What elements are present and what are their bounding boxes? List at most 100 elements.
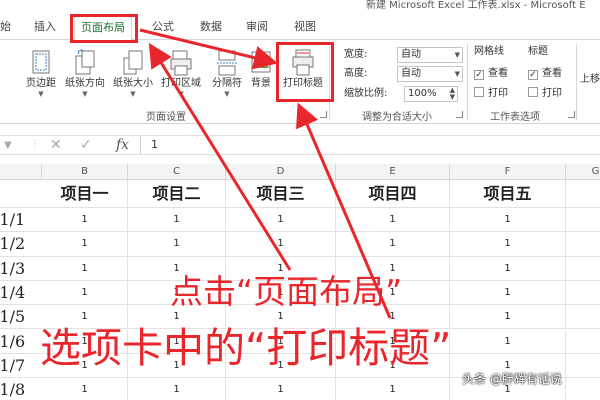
- select-all-corner[interactable]: [0, 164, 42, 180]
- empty-cell[interactable]: [566, 232, 600, 257]
- watermark: 头条 @胖辉有话说: [462, 372, 562, 386]
- empty-cell[interactable]: [566, 180, 600, 208]
- orientation-label: 纸张方向: [65, 78, 105, 89]
- function-icon[interactable]: fx: [116, 137, 129, 153]
- gridlines-view-checkbox[interactable]: ✓ 查看: [474, 66, 508, 82]
- orientation-button[interactable]: 纸张方向 ▼: [62, 48, 108, 106]
- tab-insert[interactable]: 插入: [34, 19, 56, 35]
- page-setup-launcher-icon[interactable]: [320, 111, 327, 118]
- data-cell[interactable]: 1: [128, 232, 226, 257]
- tab-view[interactable]: 视图: [294, 19, 316, 35]
- annotation-line-2: 选项卡中的“打印标题”: [40, 324, 452, 372]
- enter-icon[interactable]: ✓: [80, 137, 92, 153]
- row-date-label[interactable]: /1/3: [0, 256, 42, 281]
- scale-launcher-icon[interactable]: [456, 111, 463, 118]
- tab-home[interactable]: 始: [0, 19, 11, 35]
- column-header-g[interactable]: G: [566, 164, 600, 180]
- tab-formulas[interactable]: 公式: [152, 19, 174, 35]
- gridlines-print-label: 打印: [488, 88, 508, 99]
- width-select[interactable]: 自动 ▼: [397, 47, 463, 63]
- height-label: 高度:: [344, 68, 368, 79]
- cancel-icon[interactable]: ✕: [50, 137, 62, 153]
- background-label: 背景: [251, 78, 271, 89]
- empty-cell[interactable]: [566, 354, 600, 379]
- header-cell[interactable]: 项目一: [42, 180, 128, 208]
- row-date-label[interactable]: /1/6: [0, 329, 42, 354]
- print-area-label: 打印区域: [161, 78, 201, 89]
- margins-button[interactable]: 页边距 ▼: [18, 48, 64, 106]
- tab-data[interactable]: 数据: [200, 19, 222, 35]
- background-button[interactable]: 背景: [238, 48, 284, 106]
- width-value: 自动: [401, 49, 421, 60]
- data-cell[interactable]: 1: [226, 378, 336, 400]
- formula-bar: ▼ ⋮ ✕ ✓ fx 1: [0, 135, 600, 155]
- empty-cell[interactable]: [566, 281, 600, 306]
- header-cell[interactable]: 项目三: [226, 180, 336, 208]
- row-date-label[interactable]: /1/2: [0, 232, 42, 257]
- data-cell[interactable]: 1: [226, 232, 336, 257]
- data-cell[interactable]: 1: [450, 256, 566, 281]
- page-setup-group-label: 页面设置: [146, 112, 186, 123]
- data-cell[interactable]: 1: [336, 378, 450, 400]
- empty-cell[interactable]: [566, 330, 600, 354]
- scale-stepper[interactable]: 100% ▲ ▼: [404, 86, 458, 102]
- empty-cell[interactable]: [566, 257, 600, 281]
- row-date-label[interactable]: /1/4: [0, 280, 42, 306]
- row-date-label[interactable]: /1/8: [0, 378, 42, 400]
- empty-cell[interactable]: [566, 208, 600, 233]
- scale-value: 100%: [408, 88, 437, 99]
- data-cell[interactable]: 1: [450, 305, 566, 330]
- column-header-b[interactable]: B: [42, 164, 128, 180]
- data-cell[interactable]: 1: [450, 232, 566, 257]
- data-cell[interactable]: 1: [450, 280, 566, 306]
- size-button[interactable]: 纸张大小 ▼: [110, 48, 156, 106]
- sheet-options-launcher-icon[interactable]: [568, 111, 575, 118]
- group-divider: [329, 44, 330, 120]
- empty-cell[interactable]: [566, 305, 600, 330]
- sheet-options-group-label: 工作表选项: [490, 112, 540, 123]
- data-cell[interactable]: 1: [42, 256, 128, 281]
- row-date-label[interactable]: /1/1: [0, 208, 42, 233]
- data-cell[interactable]: 1: [450, 208, 566, 233]
- width-row: 宽度:: [344, 46, 392, 64]
- data-cell[interactable]: 1: [450, 329, 566, 354]
- bring-forward-button[interactable]: 上移: [580, 72, 600, 88]
- tab-page-layout[interactable]: 页面布局: [74, 16, 132, 41]
- column-header-d[interactable]: D: [226, 164, 336, 180]
- window-title: 新建 Microsoft Excel 工作表.xlsx - Microsoft …: [366, 0, 586, 11]
- header-cell[interactable]: 项目二: [128, 180, 226, 208]
- print-area-button[interactable]: 打印区域 ▼: [158, 48, 204, 106]
- data-cell[interactable]: 1: [128, 208, 226, 233]
- row-header[interactable]: [0, 180, 42, 208]
- data-cell[interactable]: 1: [336, 208, 450, 233]
- data-cell[interactable]: 1: [226, 208, 336, 233]
- empty-cell[interactable]: [566, 378, 600, 400]
- name-box-dropdown-icon[interactable]: ▼: [4, 140, 12, 151]
- header-cell[interactable]: 项目五: [450, 180, 566, 208]
- scale-row: 缩放比例:: [344, 85, 387, 103]
- column-header-e[interactable]: E: [336, 164, 450, 180]
- data-cell[interactable]: 1: [42, 280, 128, 306]
- scale-label: 缩放比例:: [344, 88, 388, 99]
- formula-input[interactable]: 1: [140, 136, 600, 154]
- column-header-f[interactable]: F: [450, 164, 566, 180]
- data-cell[interactable]: 1: [128, 378, 226, 400]
- data-cell[interactable]: 1: [42, 232, 128, 257]
- ribbon: 页边距 ▼ 纸张方向 ▼ 纸张大小 ▼ 打印区域 ▼ 分隔符 ▼ 背景 打印标题…: [0, 40, 600, 124]
- data-cell[interactable]: 1: [42, 378, 128, 400]
- height-select[interactable]: 自动 ▼: [397, 66, 463, 82]
- row-date-label[interactable]: /1/5: [0, 305, 42, 330]
- header-cell[interactable]: 项目四: [336, 180, 450, 208]
- row-date-label[interactable]: /1/7: [0, 353, 42, 379]
- chevron-down-icon: ▼: [82, 90, 88, 98]
- gridlines-print-checkbox[interactable]: 打印: [474, 86, 508, 102]
- headings-view-checkbox[interactable]: ✓ 查看: [528, 66, 562, 82]
- tab-review[interactable]: 审阅: [246, 19, 268, 35]
- print-titles-button[interactable]: 打印标题: [280, 48, 326, 106]
- data-cell[interactable]: 1: [42, 208, 128, 233]
- headings-print-checkbox[interactable]: 打印: [528, 86, 562, 102]
- column-header-c[interactable]: C: [128, 164, 226, 180]
- data-cell[interactable]: 1: [336, 232, 450, 257]
- margins-label: 页边距: [26, 78, 56, 89]
- scale-group-label: 调整为合适大小: [362, 112, 432, 123]
